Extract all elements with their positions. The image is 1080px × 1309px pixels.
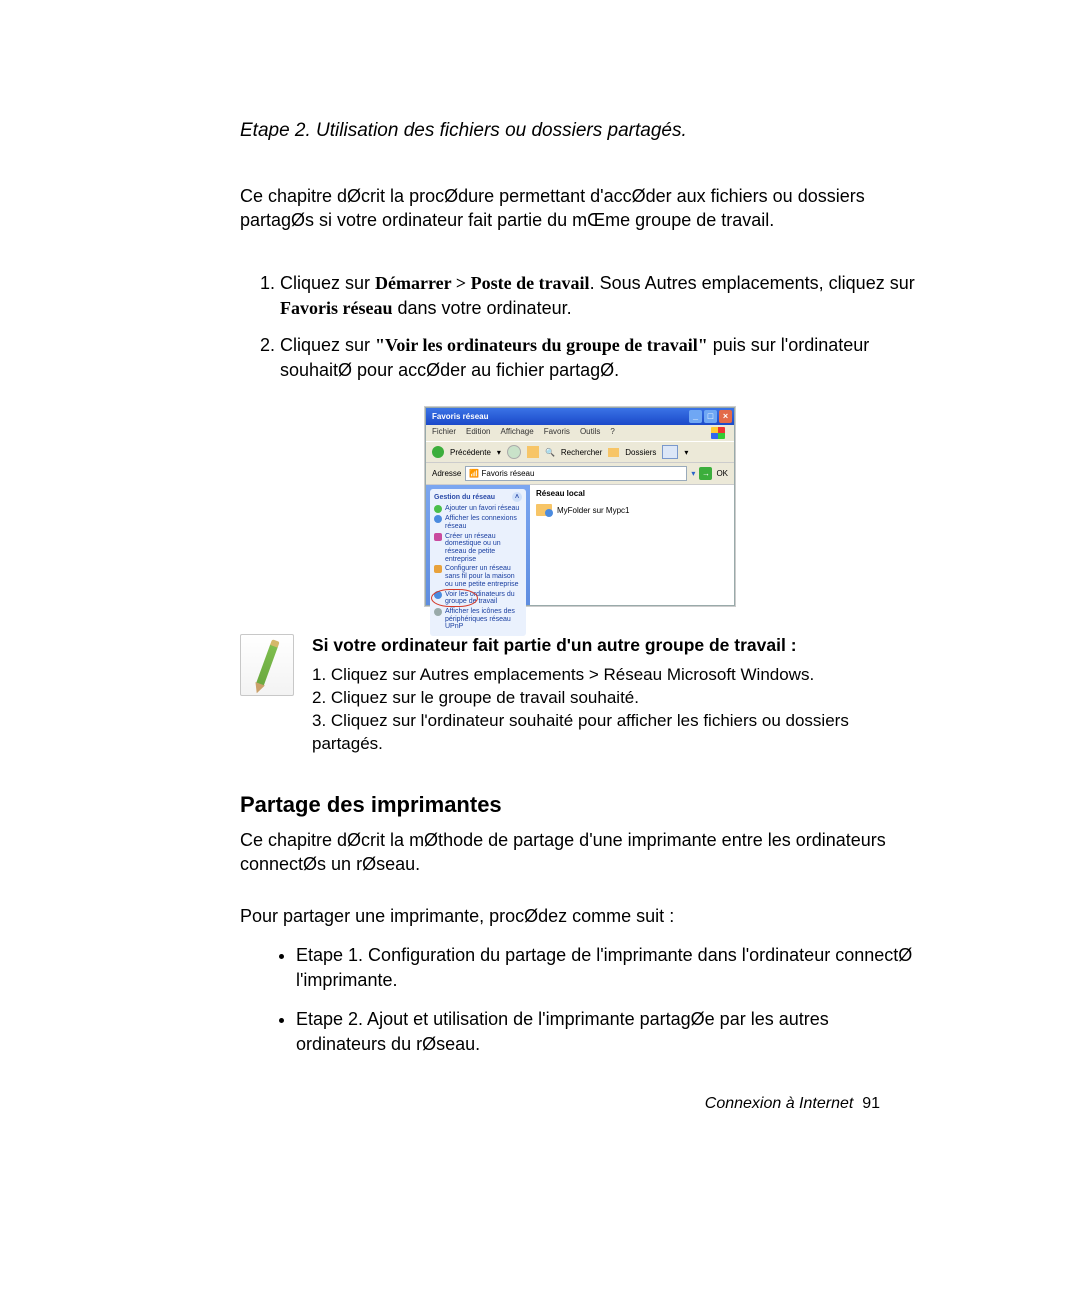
menu-item: Outils [580, 427, 600, 439]
task-link: Afficher les connexions réseau [434, 515, 522, 530]
go-label: OK [716, 469, 728, 478]
text: Cliquez sur [280, 335, 375, 355]
text: Cliquez sur [280, 273, 375, 293]
sidebar: Gestion du réseau ˄ Ajouter un favori ré… [426, 485, 530, 605]
note-heading: Si votre ordinateur fait partie d'un aut… [312, 634, 920, 658]
section-heading: Partage des imprimantes [240, 792, 920, 818]
screenshot-window: Favoris réseau _ □ × Fichier Edition Aff… [425, 407, 735, 606]
folders-label: Dossiers [625, 448, 656, 457]
bullet-list: Etape 1. Configuration du partage de l'i… [240, 943, 920, 1058]
home-network-icon [434, 533, 442, 541]
task-link-highlighted: Voir les ordinateurs du groupe de travai… [434, 591, 522, 606]
page-footer: Connexion à Internet 91 [705, 1095, 880, 1113]
forward-icon [507, 445, 521, 459]
back-label: Précédente [450, 448, 491, 457]
up-icon [527, 446, 539, 458]
text: . Sous Autres emplacements, cliquez sur [590, 273, 915, 293]
menu-item: Favoris [544, 427, 570, 439]
task-label: Voir les ordinateurs du groupe de travai… [445, 591, 522, 606]
shared-folder-item: MyFolder sur Mypc1 [536, 504, 728, 516]
section-paragraph: Pour partager une imprimante, procØdez c… [240, 904, 920, 928]
bold-text: Démarrer > Poste de travail [375, 273, 590, 293]
note-pencil-icon [240, 634, 294, 696]
page-number: 91 [862, 1095, 880, 1112]
add-icon [434, 505, 442, 513]
chevron-up-icon: ˄ [512, 492, 522, 502]
window-title: Favoris réseau [432, 408, 488, 425]
panel-heading: Gestion du réseau ˄ [434, 492, 522, 502]
content-pane: Réseau local MyFolder sur Mypc1 [530, 485, 734, 605]
task-link: Afficher les icônes des périphériques ré… [434, 608, 522, 631]
menu-item: ? [610, 427, 614, 439]
task-link: Configurer un réseau sans fil pour la ma… [434, 565, 522, 588]
toolbar: Précédente ▾ 🔍 Rechercher Dossiers ▾ [426, 441, 734, 463]
upnp-icon [434, 608, 442, 616]
task-link: Ajouter un favori réseau [434, 505, 522, 513]
network-icon [434, 515, 442, 523]
task-label: Créer un réseau domestique ou un réseau … [445, 533, 522, 564]
step-heading: Etape 2. Utilisation des fichiers ou dos… [240, 120, 920, 142]
workgroup-icon [434, 591, 442, 599]
menu-item: Affichage [500, 427, 533, 439]
item-label: MyFolder sur Mypc1 [557, 506, 629, 515]
address-bar: Adresse 📶 Favoris réseau ▾ → OK [426, 463, 734, 485]
menubar: Fichier Edition Affichage Favoris Outils… [426, 425, 734, 441]
shared-folder-icon [536, 504, 552, 516]
task-label: Configurer un réseau sans fil pour la ma… [445, 565, 522, 588]
address-value: Favoris réseau [482, 469, 535, 478]
bold-text: Favoris réseau [280, 298, 392, 318]
step-list: Cliquez sur Démarrer > Poste de travail.… [240, 271, 920, 384]
section-header: Réseau local [536, 489, 728, 498]
windows-flag-icon [708, 427, 728, 439]
bullet-item: Etape 2. Ajout et utilisation de l'impri… [296, 1007, 920, 1057]
task-label: Afficher les connexions réseau [445, 515, 522, 530]
intro-paragraph: Ce chapitre dØcrit la procØdure permetta… [240, 184, 920, 233]
bullet-item: Etape 1. Configuration du partage de l'i… [296, 943, 920, 993]
menu-item: Fichier [432, 427, 456, 439]
section-paragraph: Ce chapitre dØcrit la mØthode de partage… [240, 828, 920, 877]
back-icon [432, 446, 444, 458]
folders-icon [608, 448, 619, 457]
task-panel: Gestion du réseau ˄ Ajouter un favori ré… [430, 489, 526, 636]
step-1: Cliquez sur Démarrer > Poste de travail.… [280, 271, 920, 321]
search-label: Rechercher [561, 448, 602, 457]
note-line: 2. Cliquez sur le groupe de travail souh… [312, 687, 920, 710]
search-icon: 🔍 [545, 448, 555, 457]
bold-text: "Voir les ordinateurs du groupe de trava… [375, 335, 708, 355]
text: dans votre ordinateur. [392, 298, 571, 318]
task-label: Ajouter un favori réseau [445, 505, 519, 513]
step-2: Cliquez sur "Voir les ordinateurs du gro… [280, 333, 920, 383]
wireless-icon [434, 565, 442, 573]
note-block: Si votre ordinateur fait partie d'un aut… [240, 634, 920, 755]
menu-item: Edition [466, 427, 490, 439]
address-field: 📶 Favoris réseau [465, 466, 687, 481]
footer-chapter: Connexion à Internet [705, 1095, 854, 1112]
note-line: 1. Cliquez sur Autres emplacements > Rés… [312, 664, 920, 687]
close-icon: × [719, 410, 732, 423]
go-icon: → [699, 467, 712, 480]
address-label: Adresse [432, 469, 461, 478]
task-link: Créer un réseau domestique ou un réseau … [434, 533, 522, 564]
views-icon [662, 445, 678, 459]
task-label: Afficher les icônes des périphériques ré… [445, 608, 522, 631]
note-line: 3. Cliquez sur l'ordinateur souhaité pou… [312, 710, 920, 756]
titlebar: Favoris réseau _ □ × [426, 408, 734, 425]
panel-title: Gestion du réseau [434, 494, 495, 501]
minimize-icon: _ [689, 410, 702, 423]
maximize-icon: □ [704, 410, 717, 423]
